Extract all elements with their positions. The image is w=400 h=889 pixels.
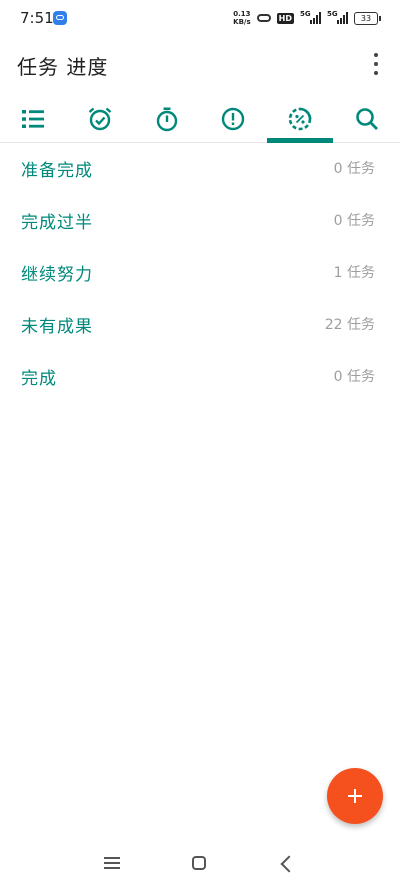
battery-icon: 33	[354, 11, 381, 25]
tab-reminders[interactable]	[67, 96, 134, 142]
list-item-label: 完成	[21, 369, 57, 389]
list-item-ready[interactable]: 准备完成 0 任务	[0, 140, 400, 192]
page-title: 任务 进度	[17, 55, 109, 79]
search-icon	[355, 108, 378, 130]
link-icon	[256, 14, 271, 22]
add-task-button[interactable]	[327, 768, 383, 824]
tab-search[interactable]	[333, 96, 400, 142]
stopwatch-icon	[156, 107, 177, 132]
status-indicators: 0.13 KB/s HD 5G 5G 33	[233, 8, 381, 28]
list-item-label: 准备完成	[21, 161, 93, 181]
list-item-count: 1 任务	[333, 265, 375, 281]
status-bar: 7:51 0.13 KB/s HD 5G 5G 33	[0, 0, 400, 36]
list-item-count: 0 任务	[333, 161, 375, 177]
network-speed: 0.13 KB/s	[233, 10, 250, 26]
list-icon	[22, 110, 45, 128]
back-icon[interactable]	[280, 855, 298, 873]
list-item-count: 0 任务	[333, 213, 375, 229]
alert-circle-icon	[222, 107, 245, 131]
tab-timer[interactable]	[133, 96, 200, 142]
more-vert-icon[interactable]	[366, 53, 386, 75]
sim1-label: 5G	[300, 10, 311, 18]
signal-icon: 5G	[327, 10, 348, 24]
list-item-no-progress[interactable]: 未有成果 22 任务	[0, 296, 400, 348]
list-item-done[interactable]: 完成 0 任务	[0, 348, 400, 400]
list-item-keep-going[interactable]: 继续努力 1 任务	[0, 244, 400, 296]
list-item-label: 完成过半	[21, 213, 93, 233]
app-bar: 任务 进度	[0, 36, 400, 92]
status-time: 7:51	[20, 9, 54, 27]
alarm-check-icon	[88, 107, 112, 131]
list-item-count: 0 任务	[333, 369, 375, 385]
network-speed-value: 0.13	[233, 10, 251, 18]
tab-all-tasks[interactable]	[0, 96, 67, 142]
progress-percent-icon	[288, 107, 312, 131]
list-item-label: 继续努力	[21, 265, 93, 285]
list-item-label: 未有成果	[21, 317, 93, 337]
sim2-label: 5G	[327, 10, 338, 18]
hd-badge: HD	[276, 12, 294, 24]
list-item-half-done[interactable]: 完成过半 0 任务	[0, 192, 400, 244]
progress-list: 准备完成 0 任务 完成过半 0 任务 继续努力 1 任务 未有成果 22 任务…	[0, 140, 400, 400]
tab-progress[interactable]	[266, 96, 334, 143]
list-item-count: 22 任务	[324, 317, 375, 333]
signal-icon: 5G	[300, 10, 321, 24]
notification-app-icon	[53, 11, 67, 25]
network-speed-unit: KB/s	[233, 18, 251, 26]
system-nav-bar	[0, 840, 400, 889]
tab-important[interactable]	[200, 96, 267, 142]
menu-icon[interactable]	[104, 857, 120, 869]
home-icon[interactable]	[192, 856, 206, 870]
tab-bar	[0, 96, 400, 143]
